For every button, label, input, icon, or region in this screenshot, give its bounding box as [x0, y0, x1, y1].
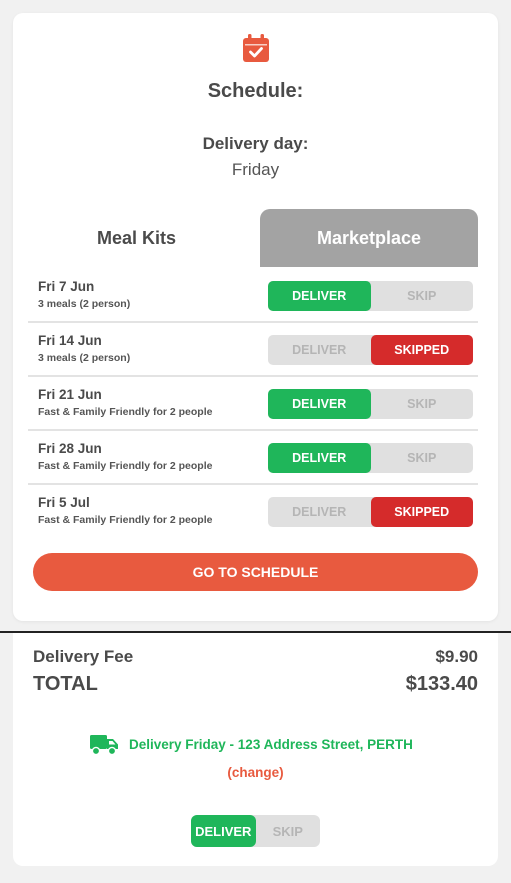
delivery-row: Fri 14 Jun 3 meals (2 person) DELIVER SK…: [28, 323, 478, 377]
delivery-date: Fri 28 Jun: [38, 441, 102, 456]
delivery-date: Fri 21 Jun: [38, 387, 102, 402]
deliver-button[interactable]: DELIVER: [191, 815, 256, 847]
deliver-button[interactable]: DELIVER: [268, 281, 371, 311]
deliver-skip-toggle: DELIVER SKIPPED: [268, 497, 473, 527]
schedule-title: Schedule:: [207, 80, 304, 102]
deliver-skip-toggle: DELIVER SKIP: [268, 389, 473, 419]
total-label: TOTAL: [33, 673, 98, 695]
delivery-list: Fri 7 Jun 3 meals (2 person) DELIVER SKI…: [28, 269, 478, 539]
delivery-row: Fri 21 Jun Fast & Family Friendly for 2 …: [28, 377, 478, 431]
delivery-description: 3 meals (2 person): [38, 298, 131, 310]
order-summary-card: Delivery Fee $9.90 TOTAL $133.40 Deliver…: [13, 633, 498, 866]
delivery-row: Fri 5 Jul Fast & Family Friendly for 2 p…: [28, 485, 478, 539]
skipped-button[interactable]: SKIPPED: [370, 497, 473, 527]
tab-marketplace[interactable]: Marketplace: [260, 209, 478, 267]
delivery-description: Fast & Family Friendly for 2 people: [38, 460, 213, 472]
deliver-skip-toggle: DELIVER SKIP: [191, 815, 320, 847]
delivery-description: 3 meals (2 person): [38, 352, 131, 364]
delivery-date: Fri 5 Jul: [38, 495, 90, 510]
delivery-row: Fri 7 Jun 3 meals (2 person) DELIVER SKI…: [28, 269, 478, 323]
delivery-fee-label: Delivery Fee: [33, 647, 134, 666]
deliver-skip-toggle: DELIVER SKIPPED: [268, 335, 473, 365]
skip-button[interactable]: SKIP: [256, 815, 321, 847]
delivery-day-label: Delivery day:: [202, 134, 309, 153]
skip-button[interactable]: SKIP: [371, 443, 474, 473]
schedule-card: Schedule: Delivery day: Friday Meal Kits…: [13, 13, 498, 621]
deliver-skip-toggle: DELIVER SKIP: [268, 281, 473, 311]
delivery-day-value: Friday: [231, 160, 280, 179]
change-address-link[interactable]: (change): [13, 765, 498, 780]
deliver-skip-toggle: DELIVER SKIP: [268, 443, 473, 473]
truck-icon: [90, 735, 118, 756]
delivery-address-info: Delivery Friday - 123 Address Street, PE…: [129, 737, 413, 752]
deliver-button[interactable]: DELIVER: [268, 335, 371, 365]
skip-button[interactable]: SKIP: [371, 389, 474, 419]
delivery-row: Fri 28 Jun Fast & Family Friendly for 2 …: [28, 431, 478, 485]
delivery-fee-value: $9.90: [435, 647, 478, 666]
go-to-schedule-button[interactable]: GO TO SCHEDULE: [33, 553, 478, 591]
calendar-check-icon: [243, 34, 269, 62]
deliver-button[interactable]: DELIVER: [268, 497, 371, 527]
delivery-description: Fast & Family Friendly for 2 people: [38, 514, 213, 526]
deliver-button[interactable]: DELIVER: [268, 443, 371, 473]
skipped-button[interactable]: SKIPPED: [370, 335, 473, 365]
total-value: $133.40: [405, 673, 478, 695]
deliver-button[interactable]: DELIVER: [268, 389, 371, 419]
delivery-date: Fri 14 Jun: [38, 333, 102, 348]
tab-meal-kits[interactable]: Meal Kits: [13, 209, 260, 267]
delivery-description: Fast & Family Friendly for 2 people: [38, 406, 213, 418]
skip-button[interactable]: SKIP: [371, 281, 474, 311]
delivery-date: Fri 7 Jun: [38, 279, 95, 294]
